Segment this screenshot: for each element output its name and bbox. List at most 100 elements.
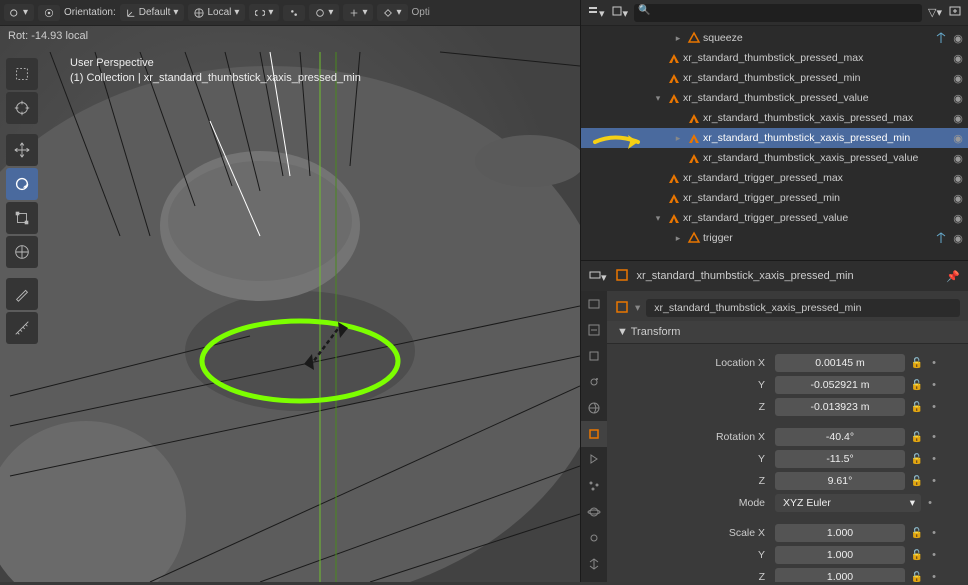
scale-z-field[interactable]: 1.000 (775, 568, 905, 582)
lock-icon[interactable]: 🔓 (909, 358, 925, 369)
properties-panel[interactable]: ▾ xr_standard_thumbstick_xaxis_pressed_m… (580, 260, 968, 582)
outliner-row[interactable]: xr_standard_thumbstick_xaxis_pressed_max… (581, 108, 968, 128)
keyframe-dot[interactable]: • (925, 497, 935, 509)
location-y-field[interactable]: -0.052921 m (775, 376, 905, 394)
constraint-tab[interactable] (581, 525, 607, 551)
object-tab[interactable] (581, 421, 607, 447)
outliner-tree[interactable]: ▸squeeze◉xr_standard_thumbstick_pressed_… (581, 26, 968, 248)
proportional-edit-toggle[interactable]: ▾ (309, 4, 339, 21)
disclosure-triangle[interactable]: ▾ (651, 93, 665, 104)
visibility-toggle-icon[interactable]: ◉ (948, 152, 968, 165)
visibility-toggle-icon[interactable]: ◉ (948, 52, 968, 65)
render-tab[interactable] (581, 291, 607, 317)
location-x-field[interactable]: 0.00145 m (775, 354, 905, 372)
output-tab[interactable] (581, 317, 607, 343)
disclosure-triangle[interactable]: ▾ (651, 213, 665, 224)
visibility-toggle-icon[interactable]: ◉ (948, 192, 968, 205)
disclosure-triangle[interactable]: ▸ (671, 133, 685, 144)
visibility-toggle-icon[interactable]: ◉ (948, 172, 968, 185)
keyframe-dot[interactable]: • (929, 475, 939, 487)
rotation-y-field[interactable]: -11.5° (775, 450, 905, 468)
modifier-tab[interactable] (581, 447, 607, 473)
rotation-x-field[interactable]: -40.4° (775, 428, 905, 446)
object-name-field[interactable]: xr_standard_thumbstick_xaxis_pressed_min (646, 299, 960, 317)
3d-viewport[interactable]: ▾ Orientation: Default ▾ Local ▾ ▾ ▾ ▾ ▾… (0, 0, 580, 582)
outliner-row[interactable]: xr_standard_trigger_pressed_min◉ (581, 188, 968, 208)
data-tab[interactable] (581, 551, 607, 577)
measure-tool[interactable] (6, 312, 38, 344)
outliner-row[interactable]: ▸trigger◉ (581, 228, 968, 248)
lock-icon[interactable]: 🔓 (909, 550, 925, 561)
outliner-row[interactable]: xr_standard_trigger_pressed_max◉ (581, 168, 968, 188)
lock-icon[interactable]: 🔓 (909, 528, 925, 539)
rotation-z-field[interactable]: 9.61° (775, 472, 905, 490)
properties-editor-type[interactable]: ▾ (589, 269, 607, 284)
filter-icon[interactable]: ▽▾ (928, 6, 942, 19)
rotate-tool[interactable] (6, 168, 38, 200)
keyframe-dot[interactable]: • (929, 527, 939, 539)
visibility-toggle-icon[interactable]: ◉ (948, 72, 968, 85)
lock-icon[interactable]: 🔓 (909, 572, 925, 583)
outliner-row[interactable]: xr_standard_thumbstick_xaxis_pressed_val… (581, 148, 968, 168)
location-z-field[interactable]: -0.013923 m (775, 398, 905, 416)
viewport-canvas[interactable] (0, 26, 580, 582)
keyframe-dot[interactable]: • (929, 453, 939, 465)
visibility-toggle-icon[interactable]: ◉ (948, 32, 968, 45)
keyframe-dot[interactable]: • (929, 431, 939, 443)
keyframe-dot[interactable]: • (929, 401, 939, 413)
cursor-tool[interactable] (6, 92, 38, 124)
lock-icon[interactable]: 🔓 (909, 380, 925, 391)
select-box-tool[interactable] (6, 58, 38, 90)
outliner-row[interactable]: ▾xr_standard_thumbstick_pressed_value◉ (581, 88, 968, 108)
visibility-toggle-icon[interactable]: ◉ (948, 112, 968, 125)
physics-tab[interactable] (581, 499, 607, 525)
particle-tab[interactable] (581, 473, 607, 499)
transform-tool[interactable] (6, 236, 38, 268)
lock-icon[interactable]: 🔓 (909, 402, 925, 413)
scene-tab[interactable] (581, 369, 607, 395)
visibility-toggle-icon[interactable]: ◉ (948, 92, 968, 105)
outliner-row[interactable]: ▸squeeze◉ (581, 28, 968, 48)
disclosure-triangle[interactable]: ▸ (671, 33, 685, 44)
outliner-row[interactable]: xr_standard_thumbstick_pressed_min◉ (581, 68, 968, 88)
pivot-point-dropdown[interactable]: Local ▾ (188, 4, 245, 21)
scale-y-field[interactable]: 1.000 (775, 546, 905, 564)
keyframe-dot[interactable]: • (929, 549, 939, 561)
armature-icon (665, 91, 683, 105)
scale-x-field[interactable]: 1.000 (775, 524, 905, 542)
visibility-toggle-icon[interactable]: ◉ (948, 132, 968, 145)
lock-icon[interactable]: 🔓 (909, 454, 925, 465)
view-layer-tab[interactable] (581, 343, 607, 369)
editor-type-dropdown[interactable]: ▾ (4, 4, 34, 21)
overlay-dropdown[interactable]: ▾ (377, 4, 407, 21)
move-tool[interactable] (6, 134, 38, 166)
lock-icon[interactable]: 🔓 (909, 476, 925, 487)
visibility-toggle-icon[interactable]: ◉ (948, 232, 968, 245)
transform-orientation-dropdown[interactable]: Default ▾ (120, 4, 185, 21)
transform-panel-header[interactable]: ▼ Transform (607, 321, 968, 344)
outliner-search-input[interactable] (634, 4, 922, 22)
annotate-tool[interactable] (6, 278, 38, 310)
gizmo-dropdown[interactable]: ▾ (343, 4, 373, 21)
outliner-row[interactable]: ▸xr_standard_thumbstick_xaxis_pressed_mi… (581, 128, 968, 148)
snap-element-dropdown[interactable] (283, 5, 305, 21)
pivot-dropdown[interactable] (38, 5, 60, 21)
keyframe-dot[interactable]: • (929, 571, 939, 582)
outliner-row[interactable]: xr_standard_thumbstick_pressed_max◉ (581, 48, 968, 68)
keyframe-dot[interactable]: • (929, 379, 939, 391)
keyframe-dot[interactable]: • (929, 357, 939, 369)
outliner-item-label: xr_standard_thumbstick_xaxis_pressed_max (703, 112, 948, 124)
lock-icon[interactable]: 🔓 (909, 432, 925, 443)
outliner-view-layer[interactable]: ▾ (611, 5, 629, 20)
rotation-mode-dropdown[interactable]: XYZ Euler▾ (775, 494, 921, 512)
outliner-row[interactable]: ▾xr_standard_trigger_pressed_value◉ (581, 208, 968, 228)
world-tab[interactable] (581, 395, 607, 421)
scale-tool[interactable] (6, 202, 38, 234)
snap-toggle[interactable]: ▾ (249, 4, 279, 21)
outliner-panel[interactable]: ▾ ▾ ▽▾ ▸squeeze◉xr_standard_thumbstick_p… (580, 0, 968, 260)
pin-icon[interactable]: 📌 (946, 270, 960, 283)
visibility-toggle-icon[interactable]: ◉ (948, 212, 968, 225)
new-collection-icon[interactable] (948, 4, 962, 21)
disclosure-triangle[interactable]: ▸ (671, 233, 685, 244)
outliner-display-mode[interactable]: ▾ (587, 5, 605, 20)
